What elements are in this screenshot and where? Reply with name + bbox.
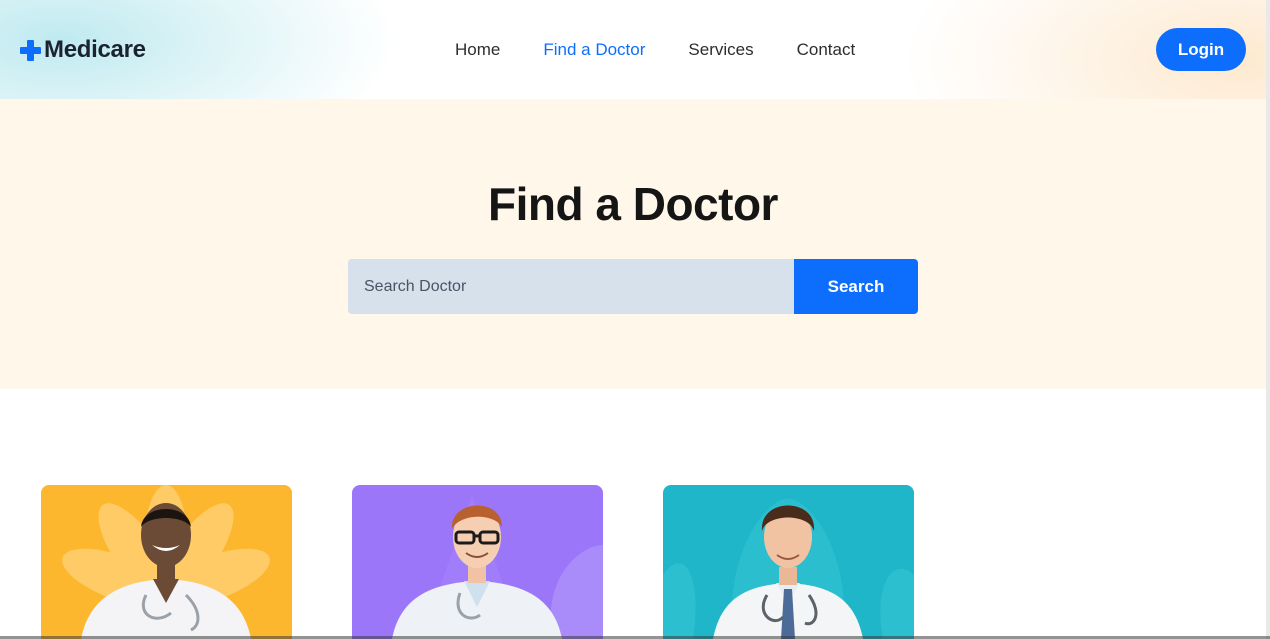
search-button[interactable]: Search xyxy=(794,259,918,314)
doctor-photo xyxy=(392,495,603,639)
logo[interactable]: Medicare xyxy=(20,36,146,64)
medical-cross-icon xyxy=(20,39,41,61)
nav-contact[interactable]: Contact xyxy=(797,39,856,61)
nav-home[interactable]: Home xyxy=(455,39,500,61)
main-nav: Home Find a Doctor Services Contact xyxy=(455,39,898,61)
page-title: Find a Doctor xyxy=(488,178,778,230)
doctor-search-bar: Search xyxy=(348,259,918,314)
doctor-card[interactable] xyxy=(663,485,914,639)
site-header: Medicare Home Find a Doctor Services Con… xyxy=(0,0,1266,99)
search-input[interactable] xyxy=(348,259,794,314)
window-edge xyxy=(1266,0,1270,639)
nav-services[interactable]: Services xyxy=(688,39,753,61)
doctor-card[interactable] xyxy=(41,485,292,639)
doctor-photo xyxy=(62,485,270,639)
doctor-photo xyxy=(663,498,914,639)
login-button[interactable]: Login xyxy=(1156,28,1246,71)
nav-find-a-doctor[interactable]: Find a Doctor xyxy=(543,39,645,61)
logo-text: Medicare xyxy=(44,36,146,63)
hero-section: Find a Doctor Search xyxy=(0,99,1266,389)
doctor-card[interactable] xyxy=(352,485,603,639)
